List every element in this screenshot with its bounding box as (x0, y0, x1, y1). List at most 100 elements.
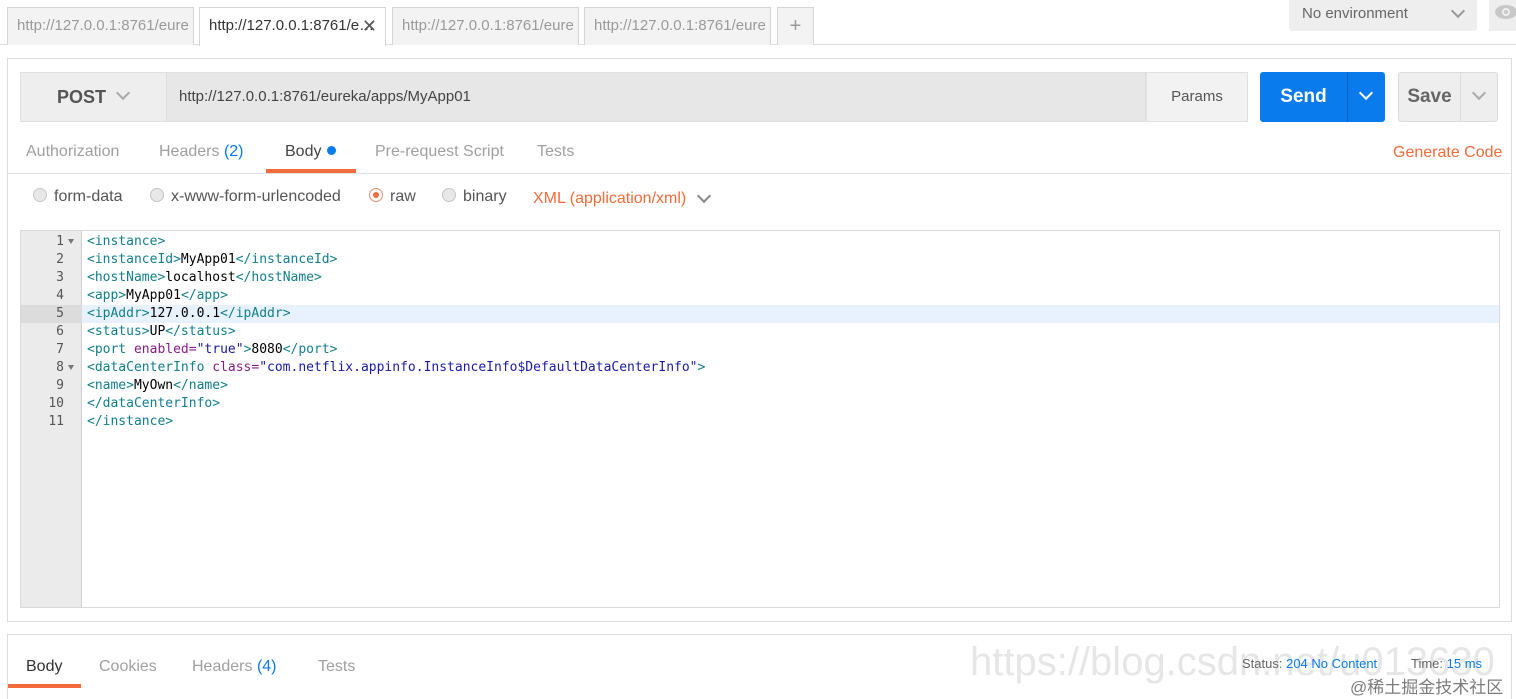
environment-select[interactable]: No environment (1289, 0, 1477, 31)
code-line[interactable]: 3 <hostName>localhost</hostName> (21, 269, 1499, 287)
body-type-binary[interactable]: binary (442, 187, 507, 207)
code-line[interactable]: 4 <app>MyApp01</app> (21, 287, 1499, 305)
radio-button-selected[interactable] (369, 188, 383, 202)
xml-tag: </ipAddr> (220, 306, 291, 321)
line-number: 9 (56, 378, 64, 393)
code-text: <instanceId>MyApp01</instanceId> (87, 251, 337, 269)
xml-tag: <dataCenterInfo (87, 360, 213, 375)
response-tab-cookies[interactable]: Cookies (99, 658, 157, 676)
content-type-select[interactable]: XML (application/xml) (533, 190, 686, 208)
line-number: 8 (56, 360, 64, 375)
xml-tag: </hostName> (235, 270, 322, 285)
tab-tests[interactable]: Tests (537, 143, 574, 161)
code-line[interactable]: 7 <port enabled="true">8080</port> (21, 341, 1499, 359)
code-line[interactable]: 6 <status>UP</status> (21, 323, 1499, 341)
xml-string: "com.netflix.appinfo.InstanceInfo$Defaul… (259, 360, 698, 375)
xml-tag: </instanceId> (235, 252, 338, 267)
line-number: 6 (56, 324, 64, 339)
request-tab[interactable]: http://127.0.0.1:8761/eure (392, 7, 579, 45)
fold-arrow-icon[interactable] (68, 365, 74, 370)
xml-text: UP (149, 324, 166, 339)
save-options-button[interactable] (1460, 72, 1498, 122)
request-tab[interactable]: http://127.0.0.1:8761/eure (584, 7, 771, 45)
xml-tag: <ipAddr> (87, 306, 150, 321)
code-text: <name>MyOwn</name> (87, 377, 228, 395)
body-type-raw[interactable]: raw (369, 187, 416, 207)
response-tab-headers[interactable]: Headers (4) (192, 658, 277, 676)
xml-string: "true" (196, 342, 244, 357)
xml-text: localhost (165, 270, 236, 285)
code-text: <instance> (87, 233, 165, 251)
tab-label: http://127.0.0.1:8761/eure (594, 17, 766, 34)
code-line[interactable]: 9 <name>MyOwn</name> (21, 377, 1499, 395)
xml-text: MyApp01 (180, 252, 236, 267)
tab-authorization[interactable]: Authorization (26, 143, 119, 161)
chevron-down-icon (115, 85, 131, 101)
line-number: 5 (56, 306, 64, 321)
method-select[interactable]: POST (20, 72, 166, 122)
xml-tag: <app> (87, 288, 127, 303)
tab-body[interactable]: Body (285, 143, 337, 161)
chevron-down-icon (1358, 85, 1374, 101)
chevron-down-icon (1450, 3, 1466, 19)
code-text: </dataCenterInfo> (87, 395, 220, 413)
tab-prerequest-script[interactable]: Pre-request Script (375, 143, 504, 161)
xml-tag: </port> (282, 342, 338, 357)
tab-label: http://127.0.0.1:8761/eure (17, 17, 189, 34)
xml-attribute: enabled= (133, 342, 197, 357)
radio-button[interactable] (150, 188, 164, 202)
xml-tag: <port (87, 342, 134, 357)
line-number: 1 (56, 234, 64, 249)
response-headers-count: (4) (256, 658, 277, 675)
radio-button[interactable] (442, 188, 456, 202)
subtabs-divider (8, 173, 1511, 174)
tab-headers[interactable]: Headers (2) (159, 143, 244, 161)
xml-tag: </instance> (87, 414, 174, 429)
code-text: </instance> (87, 413, 173, 431)
xml-tag: </name> (173, 378, 228, 393)
line-number: 10 (48, 396, 64, 411)
send-options-button[interactable] (1347, 72, 1385, 122)
xml-tag: <hostName> (87, 270, 166, 285)
save-button[interactable]: Save (1398, 72, 1460, 122)
status-value: 204 No Content (1286, 656, 1378, 671)
send-button[interactable]: Send (1260, 72, 1347, 122)
response-headers-label: Headers (192, 658, 253, 675)
add-tab-button[interactable]: + (777, 7, 814, 45)
generate-code-link[interactable]: Generate Code (1393, 144, 1502, 162)
url-input[interactable]: http://127.0.0.1:8761/eureka/apps/MyApp0… (166, 72, 1146, 122)
body-modified-dot (327, 146, 337, 155)
watermark-site: @稀土掘金技术社区 (1350, 678, 1504, 697)
code-text: <dataCenterInfo class="com.netflix.appin… (87, 359, 705, 377)
fold-arrow-icon[interactable] (68, 239, 74, 244)
line-number: 4 (56, 288, 64, 303)
code-text: <ipAddr>127.0.0.1</ipAddr> (87, 305, 291, 323)
code-line[interactable]: 5 <ipAddr>127.0.0.1</ipAddr> (56, 305, 1499, 323)
xml-attribute: class= (212, 360, 260, 375)
code-editor[interactable]: 1 <instance> 2 <instanceId>MyApp01</instanc… (20, 230, 1500, 608)
code-line[interactable]: 11 </instance> (21, 413, 1499, 431)
tab-body-label: Body (285, 143, 322, 160)
xml-tag: </status> (165, 324, 236, 339)
xml-tag: <status> (87, 324, 150, 339)
line-number: 11 (48, 414, 64, 429)
eye-icon[interactable] (1489, 0, 1516, 31)
response-tab-body[interactable]: Body (26, 658, 62, 676)
xml-tag: <name> (87, 378, 134, 393)
code-line[interactable]: 2 <instanceId>MyApp01</instanceId> (21, 251, 1499, 269)
params-button[interactable]: Params (1146, 72, 1248, 122)
xml-tag: </dataCenterInfo> (87, 396, 221, 411)
request-tab-active[interactable]: http://127.0.0.1:8761/e… ✕ (199, 7, 386, 46)
response-tab-tests[interactable]: Tests (318, 658, 355, 676)
radio-label: form-data (54, 188, 123, 205)
body-type-urlencoded[interactable]: x-www-form-urlencoded (150, 187, 341, 207)
code-line[interactable]: 8 <dataCenterInfo class="com.netflix.appi… (21, 359, 1499, 377)
xml-tag: <instanceId> (87, 252, 181, 267)
code-line[interactable]: 1 <instance> (21, 233, 1499, 251)
request-tab[interactable]: http://127.0.0.1:8761/eure (7, 7, 194, 45)
radio-button[interactable] (33, 188, 47, 202)
xml-text: 127.0.0.1 (149, 306, 221, 321)
close-icon[interactable]: ✕ (362, 8, 377, 44)
code-line[interactable]: 10 </dataCenterInfo> (21, 395, 1499, 413)
body-type-form-data[interactable]: form-data (33, 187, 122, 207)
